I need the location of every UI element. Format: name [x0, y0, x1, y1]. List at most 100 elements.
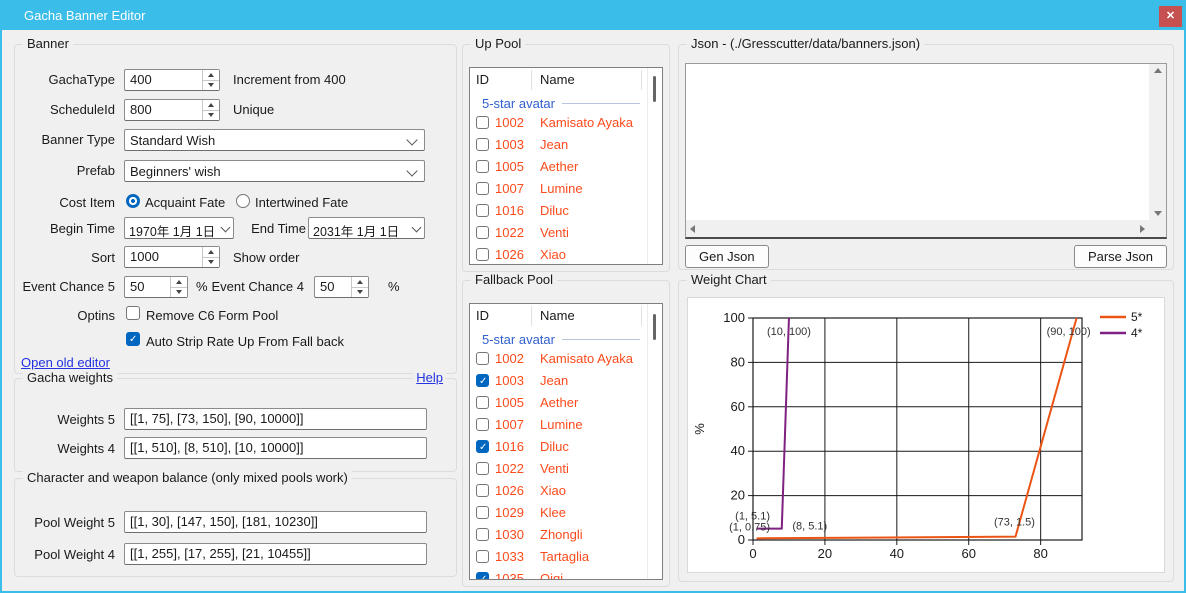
begin-time-picker[interactable]: 1970年 1月 1日 — [124, 217, 234, 239]
sort-input[interactable]: 1000 — [124, 246, 220, 268]
close-button[interactable]: ✕ — [1159, 6, 1182, 27]
pool-row[interactable]: 1026Xiao — [470, 480, 648, 502]
titlebar[interactable]: Gacha Banner Editor — [0, 0, 1186, 30]
remove-c6-label: Remove C6 Form Pool — [146, 308, 278, 323]
pool-row[interactable]: 1022Venti — [470, 222, 648, 244]
spin-up-icon[interactable] — [352, 277, 368, 288]
spin-up-icon[interactable] — [171, 277, 187, 288]
pool-row[interactable]: 1005Aether — [470, 156, 648, 178]
auto-strip-checkbox[interactable] — [126, 332, 140, 346]
pool-row[interactable]: 1003Jean — [470, 134, 648, 156]
json-textarea[interactable] — [685, 63, 1167, 239]
scroll-down-icon[interactable] — [1154, 211, 1162, 216]
json-horizontal-scrollbar[interactable] — [686, 220, 1149, 237]
row-checkbox[interactable] — [476, 440, 489, 453]
prefab-select[interactable]: Beginners' wish — [124, 160, 425, 182]
pool-row[interactable]: 1026Xiao — [470, 244, 648, 264]
pool-weight-4-input[interactable]: [[1, 255], [17, 255], [21, 10455]] — [124, 543, 427, 565]
scrollbar-thumb[interactable] — [653, 76, 656, 102]
remove-c6-checkbox[interactable] — [126, 306, 140, 320]
row-checkbox[interactable] — [476, 248, 489, 261]
open-old-editor-link[interactable]: Open old editor — [21, 355, 110, 370]
banner-type-select[interactable]: Standard Wish — [124, 129, 425, 151]
pool-row[interactable]: 1022Venti — [470, 458, 648, 480]
scheduleid-input[interactable]: 800 — [124, 99, 220, 121]
svg-text:(10, 100): (10, 100) — [767, 326, 811, 338]
gachatype-spinner[interactable] — [202, 70, 219, 90]
column-header-name[interactable]: Name — [540, 308, 575, 323]
row-id: 1029 — [495, 505, 524, 520]
spin-up-icon[interactable] — [203, 247, 219, 258]
pool-row[interactable]: 1033Tartaglia — [470, 546, 648, 568]
row-checkbox[interactable] — [476, 226, 489, 239]
weights-4-input[interactable]: [[1, 510], [8, 510], [10, 10000]] — [124, 437, 427, 459]
json-vertical-scrollbar[interactable] — [1149, 64, 1166, 220]
row-checkbox[interactable] — [476, 204, 489, 217]
row-checkbox[interactable] — [476, 462, 489, 475]
column-header-id[interactable]: ID — [476, 308, 489, 323]
pool-row[interactable]: 1029Klee — [470, 502, 648, 524]
scroll-up-icon[interactable] — [1154, 68, 1162, 73]
scrollbar-thumb[interactable] — [653, 314, 656, 340]
up-pool-list[interactable]: IDName5-star avatar1002Kamisato Ayaka100… — [469, 67, 663, 265]
row-checkbox[interactable] — [476, 352, 489, 365]
spin-up-icon[interactable] — [203, 100, 219, 111]
row-name: Aether — [540, 159, 578, 174]
event-chance-4-spinner[interactable] — [351, 277, 368, 297]
intertwined-fate-radio[interactable] — [236, 194, 250, 208]
row-checkbox[interactable] — [476, 182, 489, 195]
spin-up-icon[interactable] — [203, 70, 219, 81]
pool-row[interactable]: 1030Zhongli — [470, 524, 648, 546]
parse-json-button[interactable]: Parse Json — [1074, 245, 1167, 268]
row-checkbox[interactable] — [476, 484, 489, 497]
row-checkbox[interactable] — [476, 528, 489, 541]
event-chance-5-spinner[interactable] — [170, 277, 187, 297]
gen-json-button[interactable]: Gen Json — [685, 245, 769, 268]
event-chance-4-label: Event Chance 4 — [211, 279, 304, 294]
column-header-name[interactable]: Name — [540, 72, 575, 87]
weights-5-input[interactable]: [[1, 75], [73, 150], [90, 10000]] — [124, 408, 427, 430]
column-header-id[interactable]: ID — [476, 72, 489, 87]
fallback-pool-list[interactable]: IDName5-star avatar1002Kamisato Ayaka100… — [469, 303, 663, 580]
pool-row[interactable]: 1005Aether — [470, 392, 648, 414]
pool-row[interactable]: 1016Diluc — [470, 436, 648, 458]
event-chance-4-input[interactable]: 50 — [314, 276, 369, 298]
row-checkbox[interactable] — [476, 160, 489, 173]
list-scrollbar[interactable] — [647, 304, 662, 579]
row-checkbox[interactable] — [476, 418, 489, 431]
row-checkbox[interactable] — [476, 116, 489, 129]
spin-down-icon[interactable] — [171, 288, 187, 298]
row-checkbox[interactable] — [476, 572, 489, 579]
row-checkbox[interactable] — [476, 396, 489, 409]
pool-row[interactable]: 1007Lumine — [470, 414, 648, 436]
section-divider — [562, 103, 640, 104]
pool-row[interactable]: 1007Lumine — [470, 178, 648, 200]
event-chance-5-input[interactable]: 50 — [124, 276, 188, 298]
pool-row[interactable]: 1016Diluc — [470, 200, 648, 222]
spin-down-icon[interactable] — [203, 111, 219, 121]
row-checkbox[interactable] — [476, 550, 489, 563]
row-checkbox[interactable] — [476, 506, 489, 519]
pool-row[interactable]: 1002Kamisato Ayaka — [470, 348, 648, 370]
end-time-picker[interactable]: 2031年 1月 1日 — [308, 217, 425, 239]
scroll-right-icon[interactable] — [1140, 225, 1145, 233]
row-checkbox[interactable] — [476, 374, 489, 387]
pool-weight-5-input[interactable]: [[1, 30], [147, 150], [181, 10230]] — [124, 511, 427, 533]
spin-down-icon[interactable] — [203, 258, 219, 268]
acquaint-fate-radio[interactable] — [126, 194, 140, 208]
svg-text:80: 80 — [1033, 546, 1047, 561]
pool-row[interactable]: 1035Qiqi — [470, 568, 648, 579]
pool-row[interactable]: 1003Jean — [470, 370, 648, 392]
list-rows: 1002Kamisato Ayaka1003Jean1005Aether1007… — [470, 112, 648, 264]
row-checkbox[interactable] — [476, 138, 489, 151]
row-name: Zhongli — [540, 527, 583, 542]
pool-row[interactable]: 1002Kamisato Ayaka — [470, 112, 648, 134]
help-link[interactable]: Help — [413, 370, 446, 385]
scroll-left-icon[interactable] — [690, 225, 695, 233]
spin-down-icon[interactable] — [203, 81, 219, 91]
spin-down-icon[interactable] — [352, 288, 368, 298]
scheduleid-spinner[interactable] — [202, 100, 219, 120]
gachatype-input[interactable]: 400 — [124, 69, 220, 91]
list-scrollbar[interactable] — [647, 68, 662, 264]
sort-spinner[interactable] — [202, 247, 219, 267]
